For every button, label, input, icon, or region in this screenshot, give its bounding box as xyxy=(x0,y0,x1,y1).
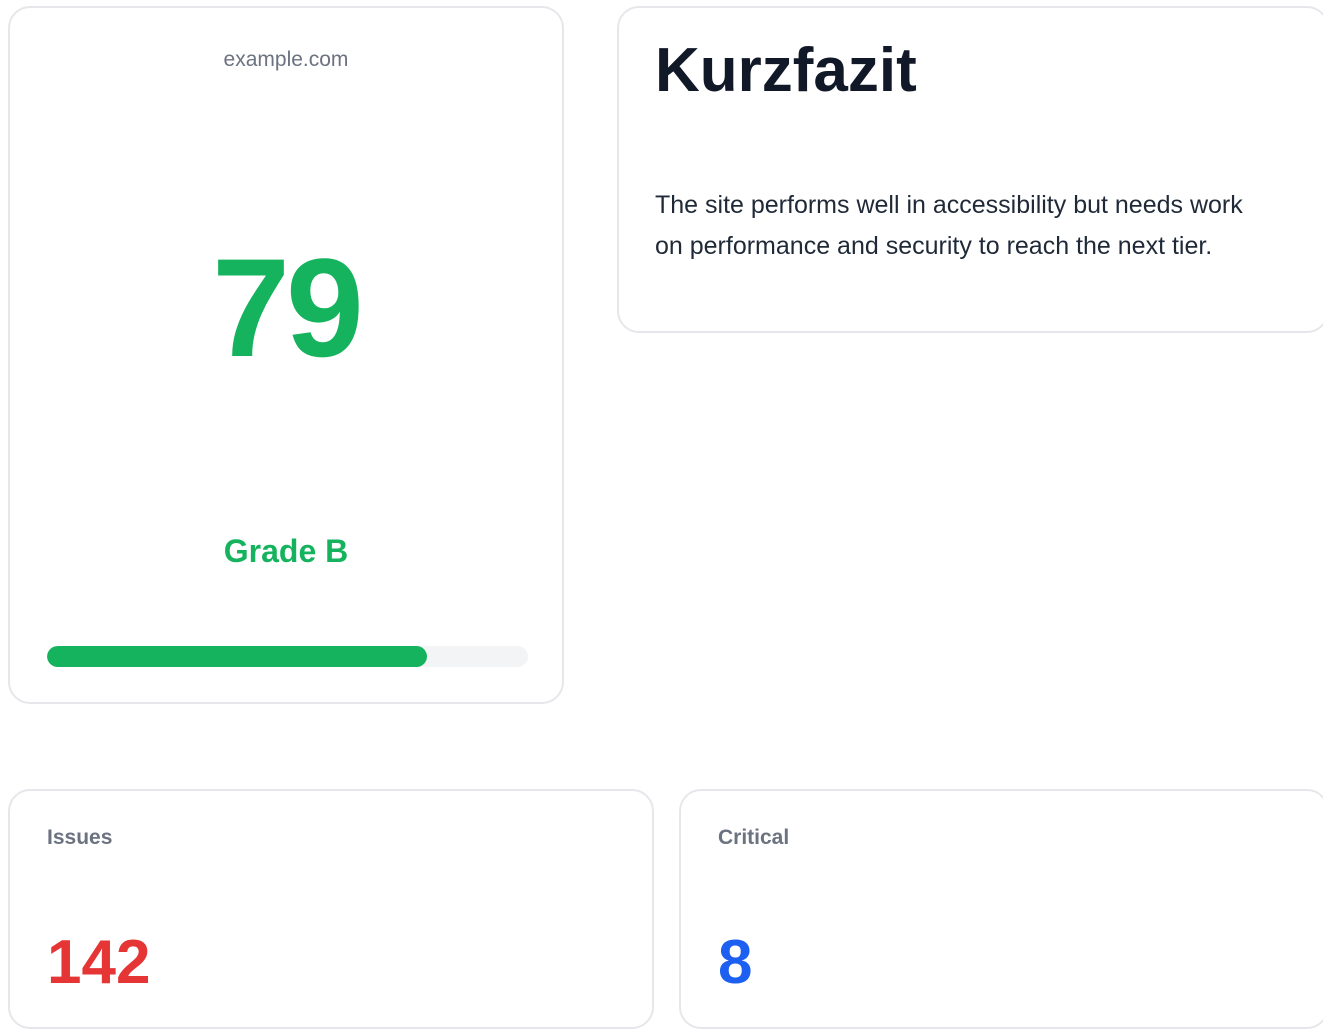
overall-score: 79 xyxy=(212,229,364,386)
grade-label: Grade B xyxy=(223,533,349,569)
critical-stat-card: Critical 8 xyxy=(679,789,1323,1029)
score-progress-bar xyxy=(47,646,528,667)
summary-title: Kurzfazit xyxy=(655,36,917,105)
issues-count: 142 xyxy=(47,928,151,997)
critical-label: Critical xyxy=(718,826,790,849)
site-domain: example.com xyxy=(223,48,349,71)
score-progress-fill xyxy=(47,646,427,667)
issues-stat-card: Issues 142 xyxy=(8,789,654,1029)
summary-text: The site performs well in accessibility … xyxy=(655,191,1243,260)
issues-label: Issues xyxy=(47,826,113,849)
critical-count: 8 xyxy=(718,928,753,997)
score-card: example.com 79 Grade B xyxy=(8,6,564,704)
summary-card: Kurzfazit The site performs well in acce… xyxy=(617,6,1323,333)
